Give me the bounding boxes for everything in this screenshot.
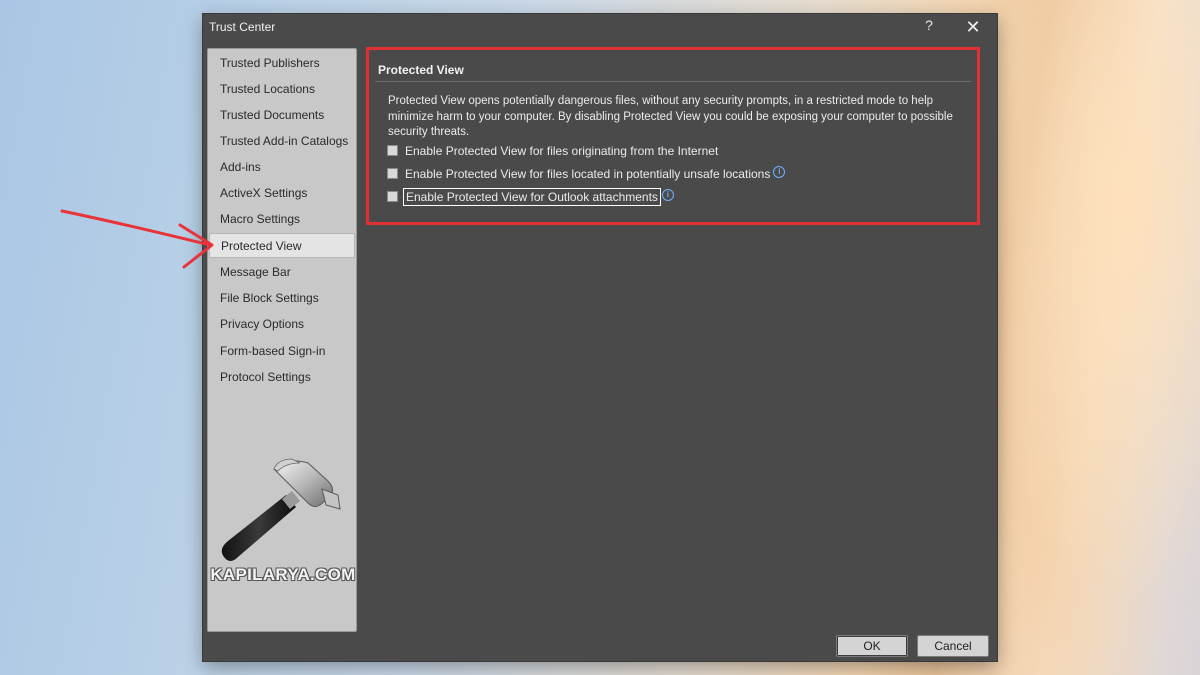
sidebar-item-addins[interactable]: Add-ins bbox=[209, 155, 355, 180]
protected-view-panel: Protected View Protected View opens pote… bbox=[366, 47, 980, 225]
sidebar-item-message-bar[interactable]: Message Bar bbox=[209, 260, 355, 285]
checkbox-label-outlook-attachments[interactable]: Enable Protected View for Outlook attach… bbox=[403, 188, 674, 206]
section-title: Protected View bbox=[375, 56, 971, 82]
checkbox-outlook-attachments[interactable] bbox=[387, 191, 398, 202]
checkbox-label-unsafe-locations-text[interactable]: Enable Protected View for files located … bbox=[405, 167, 770, 181]
sidebar-item-macro-settings[interactable]: Macro Settings bbox=[209, 207, 355, 232]
checkbox-label-internet[interactable]: Enable Protected View for files originat… bbox=[405, 143, 718, 159]
checkbox-row-internet[interactable]: Enable Protected View for files originat… bbox=[387, 143, 947, 161]
annotation-arrow bbox=[60, 209, 214, 269]
watermark-logo: KAPILARYA.COM bbox=[208, 429, 356, 589]
sidebar-item-activex-settings[interactable]: ActiveX Settings bbox=[209, 181, 355, 206]
sidebar-item-trusted-locations[interactable]: Trusted Locations bbox=[209, 77, 355, 102]
sidebar-item-privacy-options[interactable]: Privacy Options bbox=[209, 312, 355, 337]
sidebar-item-file-block-settings[interactable]: File Block Settings bbox=[209, 286, 355, 311]
checkbox-row-outlook-attachments[interactable]: Enable Protected View for Outlook attach… bbox=[387, 188, 947, 207]
sidebar: Trusted Publishers Trusted Locations Tru… bbox=[207, 48, 357, 632]
checkbox-label-unsafe-locations[interactable]: Enable Protected View for files located … bbox=[405, 166, 786, 182]
sidebar-item-protocol-settings[interactable]: Protocol Settings bbox=[209, 365, 355, 390]
help-icon[interactable]: ? bbox=[921, 17, 937, 37]
sidebar-item-trusted-publishers[interactable]: Trusted Publishers bbox=[209, 51, 355, 76]
close-icon[interactable]: ✕ bbox=[963, 17, 983, 37]
checkbox-row-unsafe-locations[interactable]: Enable Protected View for files located … bbox=[387, 166, 947, 184]
trust-center-dialog: Trust Center ? ✕ Trusted Publishers Trus… bbox=[203, 14, 997, 661]
info-circle-icon[interactable]: i bbox=[661, 189, 674, 201]
title-bar: Trust Center ? ✕ bbox=[203, 14, 997, 42]
description-text: Protected View opens potentially dangero… bbox=[388, 95, 953, 138]
hammer-icon bbox=[221, 458, 341, 561]
checkbox-label-outlook-attachments-text[interactable]: Enable Protected View for Outlook attach… bbox=[403, 188, 661, 206]
checkbox-unsafe-locations[interactable] bbox=[387, 168, 398, 179]
sidebar-item-trusted-documents[interactable]: Trusted Documents bbox=[209, 103, 355, 128]
info-circle-icon[interactable]: i bbox=[773, 166, 786, 178]
watermark-text: KAPILARYA.COM bbox=[210, 565, 356, 584]
sidebar-item-protected-view[interactable]: Protected View bbox=[209, 233, 355, 258]
sidebar-item-form-based-sign-in[interactable]: Form-based Sign-in bbox=[209, 339, 355, 364]
window-title: Trust Center bbox=[209, 20, 276, 34]
checkbox-internet[interactable] bbox=[387, 145, 398, 156]
ok-button[interactable]: OK bbox=[836, 635, 908, 657]
cancel-button[interactable]: Cancel bbox=[917, 635, 989, 657]
sidebar-item-trusted-addin-catalogs[interactable]: Trusted Add-in Catalogs bbox=[209, 129, 355, 154]
